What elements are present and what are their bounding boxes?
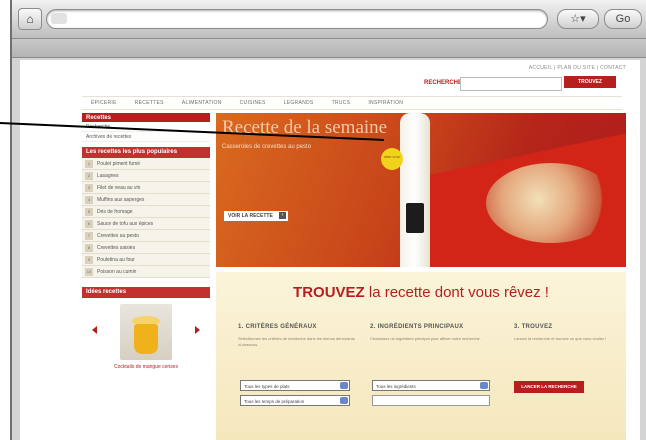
annotation-pointer (0, 122, 385, 141)
pointer-line (0, 122, 385, 141)
